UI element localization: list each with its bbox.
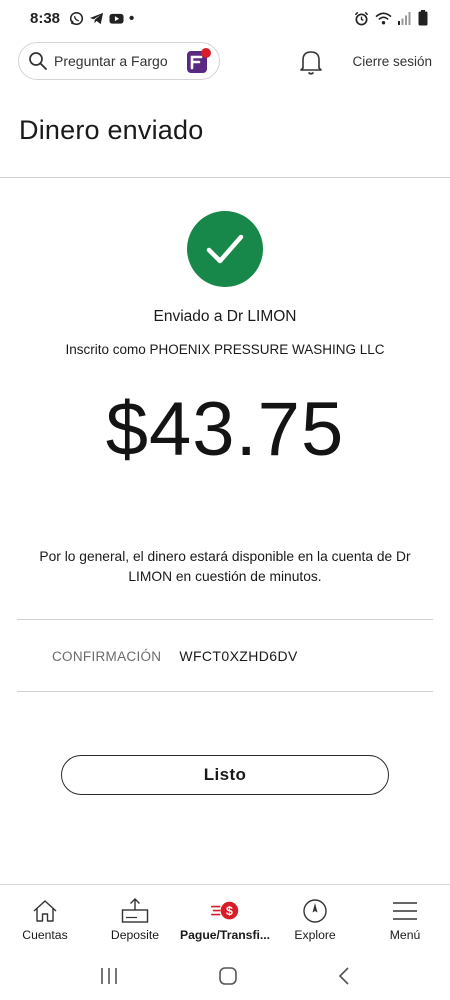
recent-apps-icon[interactable]: [99, 967, 119, 985]
enrolled-as-text: Inscrito como PHOENIX PRESSURE WASHING L…: [65, 342, 385, 357]
ask-fargo-search[interactable]: Preguntar a Fargo: [18, 42, 220, 80]
nav-label: Pague/Transfi...: [179, 928, 271, 942]
done-button[interactable]: Listo: [61, 755, 389, 795]
nav-label: Explore: [294, 928, 336, 942]
hamburger-menu-icon: [393, 902, 418, 920]
divider: [17, 691, 433, 692]
house-icon: [33, 900, 57, 922]
availability-note: Por lo general, el dinero estará disponi…: [39, 549, 411, 584]
search-placeholder: Preguntar a Fargo: [54, 53, 168, 69]
svg-text:$: $: [226, 904, 233, 918]
compass-icon: [303, 899, 327, 923]
youtube-icon: [109, 13, 124, 24]
alarm-icon: [354, 11, 369, 25]
confirmation-row: CONFIRMACIÓN WFCT0XZHD6DV: [52, 648, 298, 664]
wifi-icon: [375, 12, 392, 24]
home-button-icon[interactable]: [218, 966, 238, 986]
notification-bell-icon[interactable]: [298, 48, 324, 76]
app-header: Preguntar a Fargo Cierre sesión: [0, 42, 450, 82]
recipient-text: Enviado a Dr LIMON: [153, 308, 297, 325]
signal-icon: [398, 12, 411, 25]
status-time: 8:38: [30, 9, 61, 27]
back-icon[interactable]: [337, 966, 351, 986]
status-right: [354, 10, 428, 26]
bottom-nav: Cuentas Deposite $ Pague/Transfi... Expl…: [0, 886, 450, 948]
success-badge: [187, 211, 263, 287]
confirmation-label: CONFIRMACIÓN: [52, 648, 162, 664]
telegram-icon: [89, 12, 104, 24]
nav-item-menu[interactable]: Menú: [360, 886, 450, 948]
divider: [17, 619, 433, 620]
confirmation-code: WFCT0XZHD6DV: [179, 648, 298, 664]
deposit-icon: [121, 898, 149, 923]
divider: [0, 177, 450, 178]
amount-sent: $43.75: [105, 387, 345, 472]
checkmark-icon: [206, 234, 244, 264]
system-nav-bar: [0, 952, 450, 1000]
status-dot: •: [129, 9, 135, 27]
nav-label: Menú: [389, 928, 421, 942]
nav-item-pay-transfer[interactable]: $ Pague/Transfi...: [180, 886, 270, 948]
battery-icon: [418, 10, 428, 26]
page-title: Dinero enviado: [19, 115, 204, 145]
status-bar: 8:38 •: [0, 0, 450, 36]
status-left: 8:38 •: [30, 10, 134, 27]
pay-transfer-icon: $: [210, 901, 239, 920]
search-icon: [29, 52, 47, 70]
logout-link[interactable]: Cierre sesión: [352, 54, 432, 69]
nav-item-accounts[interactable]: Cuentas: [0, 886, 90, 948]
whatsapp-icon: [69, 11, 84, 25]
nav-label: Deposite: [110, 928, 160, 942]
nav-item-explore[interactable]: Explore: [270, 886, 360, 948]
nav-item-deposit[interactable]: Deposite: [90, 886, 180, 948]
fargo-assistant-icon: [187, 48, 211, 73]
nav-label: Cuentas: [22, 928, 68, 942]
divider: [0, 884, 450, 885]
